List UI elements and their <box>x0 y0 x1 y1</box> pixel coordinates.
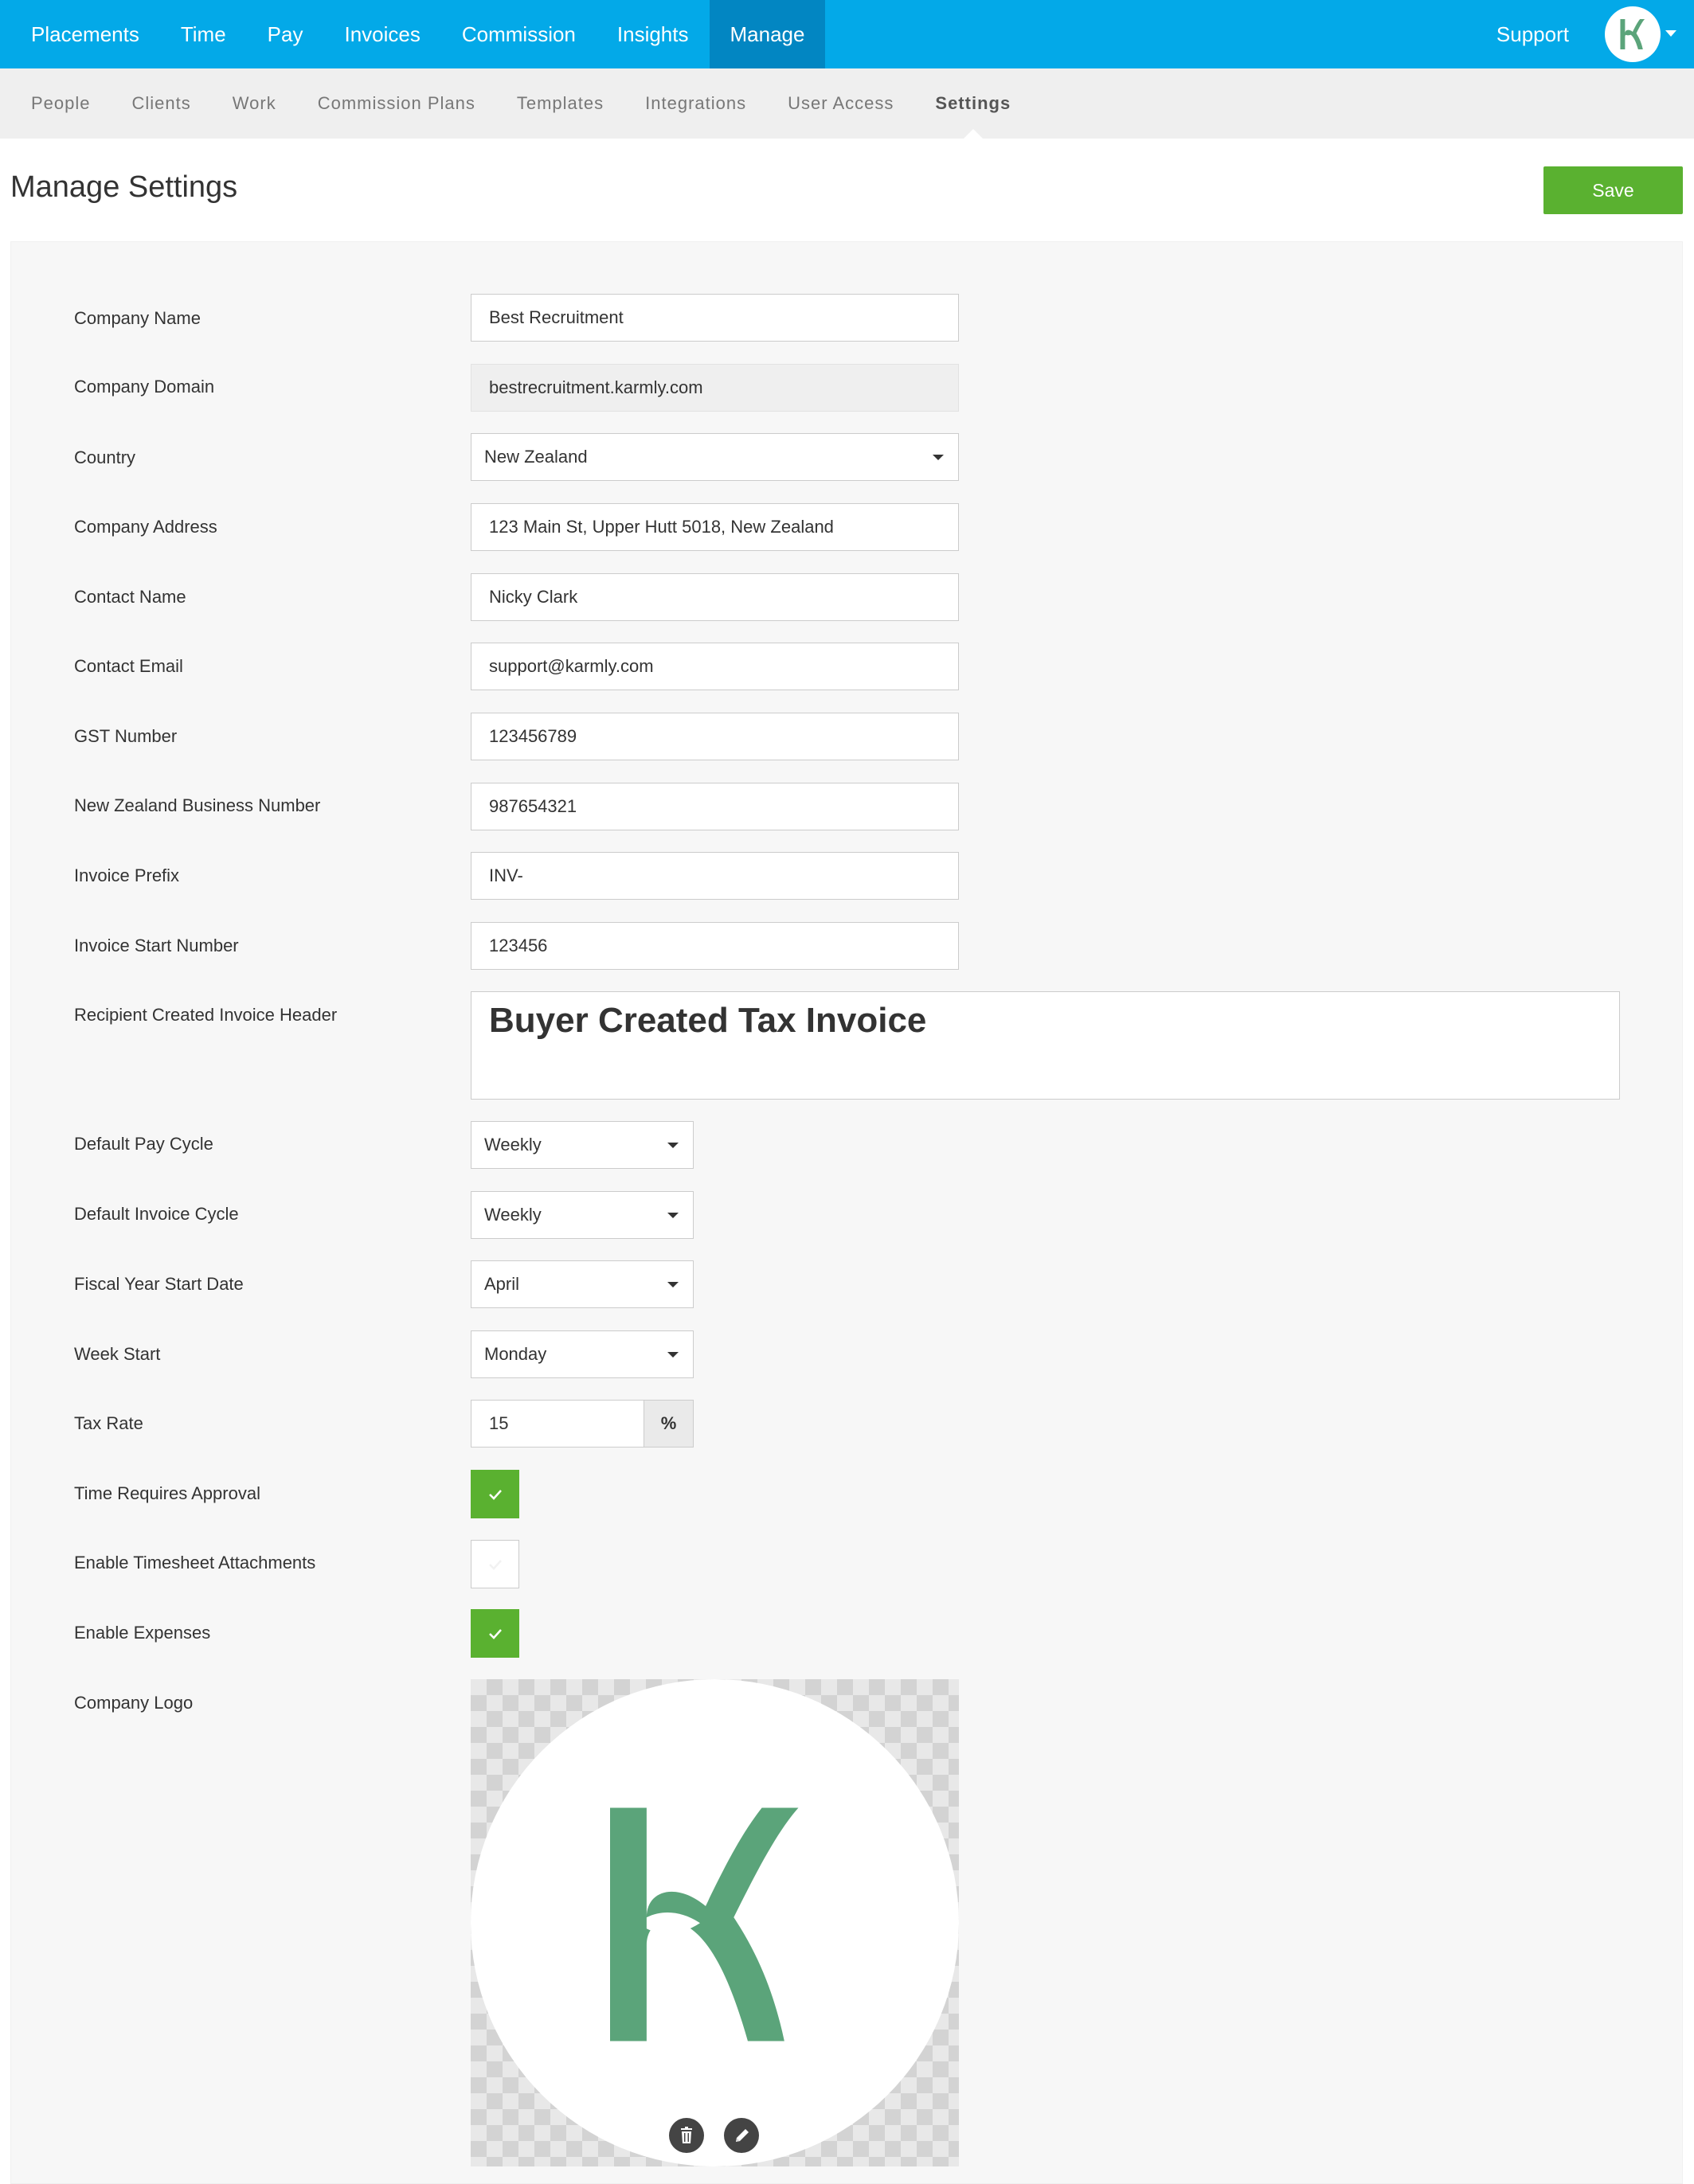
fiscal-year-value: April <box>484 1274 520 1294</box>
sub-navigation-bar: People Clients Work Commission Plans Tem… <box>0 68 1694 139</box>
fiscal-year-select[interactable]: April <box>471 1260 694 1308</box>
gst-number-label: GST Number <box>74 726 178 746</box>
timesheet-attachments-checkbox[interactable] <box>471 1540 519 1588</box>
tax-rate-input[interactable]: 15 <box>471 1400 644 1448</box>
gst-number-input[interactable]: 123456789 <box>471 713 959 760</box>
company-name-input[interactable]: Best Recruitment <box>471 294 959 342</box>
pencil-icon <box>736 2129 749 2142</box>
company-address-input[interactable]: 123 Main St, Upper Hutt 5018, New Zealan… <box>471 503 959 551</box>
subnav-item-settings[interactable]: Settings <box>914 68 1031 139</box>
invoice-prefix-label: Invoice Prefix <box>74 865 180 885</box>
percent-addon: % <box>644 1400 694 1448</box>
invoice-cycle-value: Weekly <box>484 1205 542 1225</box>
chevron-down-icon <box>667 1213 679 1218</box>
logo-preview <box>471 1679 959 2166</box>
nav-item-invoices[interactable]: Invoices <box>323 0 440 68</box>
invoice-prefix-input[interactable]: INV- <box>471 852 959 900</box>
main-nav: Placements Time Pay Invoices Commission … <box>0 0 826 68</box>
subnav-item-work[interactable]: Work <box>212 68 297 139</box>
subnav-item-user-access[interactable]: User Access <box>767 68 914 139</box>
edit-logo-button[interactable] <box>724 2118 759 2153</box>
account-menu-caret-icon[interactable] <box>1665 30 1676 37</box>
top-navigation-bar: Placements Time Pay Invoices Commission … <box>0 0 1694 68</box>
company-logo-label: Company Logo <box>74 1693 194 1713</box>
subnav-item-templates[interactable]: Templates <box>496 68 624 139</box>
nav-item-placements[interactable]: Placements <box>0 0 160 68</box>
chevron-down-icon <box>667 1143 679 1148</box>
nav-item-time[interactable]: Time <box>160 0 247 68</box>
timesheet-attachments-label: Enable Timesheet Attachments <box>74 1553 316 1573</box>
contact-name-label: Contact Name <box>74 587 186 607</box>
subnav-item-commission-plans[interactable]: Commission Plans <box>297 68 496 139</box>
pay-cycle-select[interactable]: Weekly <box>471 1121 694 1169</box>
nav-item-commission[interactable]: Commission <box>441 0 597 68</box>
time-approval-checkbox[interactable] <box>471 1470 519 1518</box>
week-start-label: Week Start <box>74 1344 161 1364</box>
karmly-logo-icon <box>610 1807 799 2041</box>
expenses-label: Enable Expenses <box>74 1623 211 1643</box>
expenses-checkbox[interactable] <box>471 1609 519 1658</box>
subnav-item-clients[interactable]: Clients <box>111 68 212 139</box>
nav-item-insights[interactable]: Insights <box>597 0 710 68</box>
business-number-label: New Zealand Business Number <box>74 795 321 815</box>
week-start-value: Monday <box>484 1344 547 1364</box>
chevron-down-icon <box>933 455 944 460</box>
nav-item-pay[interactable]: Pay <box>247 0 324 68</box>
invoice-cycle-label: Default Invoice Cycle <box>74 1204 239 1224</box>
trash-icon <box>681 2127 692 2143</box>
nav-item-manage[interactable]: Manage <box>709 0 826 68</box>
invoice-start-label: Invoice Start Number <box>74 936 239 955</box>
invoice-cycle-select[interactable]: Weekly <box>471 1191 694 1239</box>
contact-name-input[interactable]: Nicky Clark <box>471 573 959 621</box>
time-approval-label: Time Requires Approval <box>74 1483 260 1503</box>
chevron-down-icon <box>667 1282 679 1287</box>
chevron-down-icon <box>667 1352 679 1358</box>
rcti-header-editor[interactable]: Buyer Created Tax Invoice <box>471 991 1620 1100</box>
country-select-value: New Zealand <box>484 447 588 467</box>
avatar[interactable] <box>1605 6 1661 62</box>
subnav-item-integrations[interactable]: Integrations <box>624 68 767 139</box>
checkmark-icon <box>489 1560 502 1570</box>
week-start-select[interactable]: Monday <box>471 1330 694 1378</box>
pay-cycle-value: Weekly <box>484 1135 542 1155</box>
pay-cycle-label: Default Pay Cycle <box>74 1134 213 1154</box>
karmly-logo-icon <box>1620 19 1645 49</box>
country-select[interactable]: New Zealand <box>471 433 959 481</box>
company-address-label: Company Address <box>74 517 217 537</box>
delete-logo-button[interactable] <box>669 2118 704 2153</box>
save-button[interactable]: Save <box>1543 166 1683 214</box>
business-number-input[interactable]: 987654321 <box>471 783 959 830</box>
country-label: Country <box>74 447 136 467</box>
company-domain-label: Company Domain <box>74 377 215 397</box>
company-domain-input: bestrecruitment.karmly.com <box>471 364 959 412</box>
checkmark-icon <box>489 1629 502 1639</box>
invoice-start-input[interactable]: 123456 <box>471 922 959 970</box>
logo-upload-area[interactable] <box>471 1679 959 2166</box>
tax-rate-label: Tax Rate <box>74 1413 143 1433</box>
subnav-item-people[interactable]: People <box>0 68 111 139</box>
page-title: Manage Settings <box>10 170 238 204</box>
manage-subnav: People Clients Work Commission Plans Tem… <box>0 68 1031 139</box>
rcti-header-label: Recipient Created Invoice Header <box>74 1005 338 1025</box>
checkmark-icon <box>489 1490 502 1500</box>
support-link[interactable]: Support <box>1496 0 1569 68</box>
contact-email-label: Contact Email <box>74 656 183 676</box>
fiscal-year-label: Fiscal Year Start Date <box>74 1274 244 1294</box>
company-name-label: Company Name <box>74 308 201 328</box>
contact-email-input[interactable]: support@karmly.com <box>471 643 959 690</box>
